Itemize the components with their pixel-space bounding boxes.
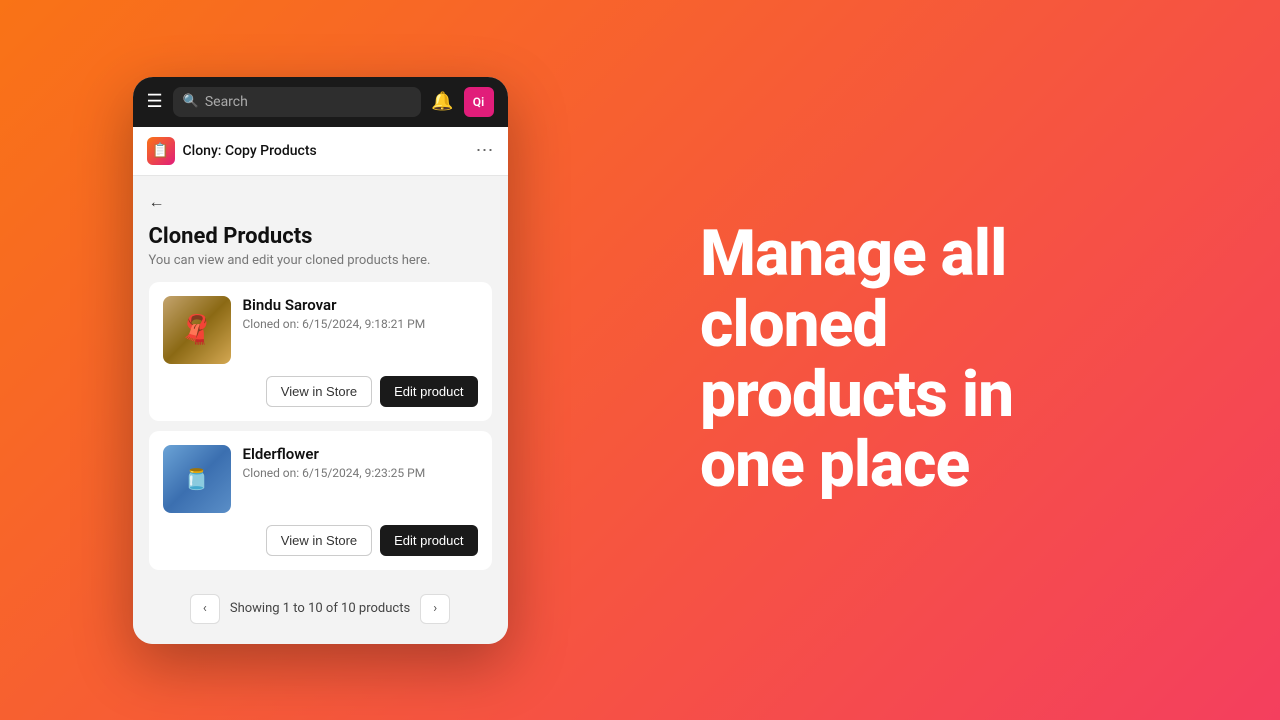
bell-icon[interactable]: 🔔	[431, 91, 453, 112]
main-content: ← Cloned Products You can view and edit …	[133, 176, 508, 644]
hero-line1: Manage all	[700, 219, 1013, 289]
avatar[interactable]: Qi	[464, 87, 494, 117]
pagination-next-button[interactable]: ›	[420, 594, 450, 624]
search-input[interactable]: Search	[205, 94, 248, 110]
page-title: Cloned Products	[149, 224, 492, 249]
view-in-store-button-elderflower[interactable]: View in Store	[266, 525, 372, 556]
edit-product-button-elderflower[interactable]: Edit product	[380, 525, 477, 556]
app-icon-inner: 📋	[152, 143, 169, 159]
product-image-elderflower: 🫙	[163, 445, 231, 513]
back-button[interactable]: ←	[149, 192, 165, 212]
hero-line3: products in	[700, 360, 1013, 430]
search-bar[interactable]: 🔍 Search	[173, 87, 421, 117]
edit-product-button-bindu[interactable]: Edit product	[380, 376, 477, 407]
more-options-icon[interactable]: ⋯	[476, 140, 494, 161]
hero-line2: cloned	[700, 290, 1013, 360]
search-icon: 🔍	[183, 94, 199, 109]
product-thumbnail-elderflower: 🫙	[163, 445, 231, 513]
page-subtitle: You can view and edit your cloned produc…	[149, 253, 492, 268]
product-name-bindu: Bindu Sarovar	[243, 296, 478, 314]
product-row: 🧣 Bindu Sarovar Cloned on: 6/15/2024, 9:…	[163, 296, 478, 364]
pagination-text: Showing 1 to 10 of 10 products	[230, 601, 410, 616]
hamburger-icon[interactable]: ☰	[147, 91, 163, 112]
app-name: Clony: Copy Products	[183, 143, 476, 159]
product-name-elderflower: Elderflower	[243, 445, 478, 463]
view-in-store-button-bindu[interactable]: View in Store	[266, 376, 372, 407]
product-info-elderflower: Elderflower Cloned on: 6/15/2024, 9:23:2…	[243, 445, 478, 480]
product-info-bindu: Bindu Sarovar Cloned on: 6/15/2024, 9:18…	[243, 296, 478, 331]
left-panel: ☰ 🔍 Search 🔔 Qi 📋 Clony: Copy Products ⋯…	[0, 0, 640, 720]
product-thumbnail-sarovar: 🧣	[163, 296, 231, 364]
hero-text: Manage all cloned products in one place	[700, 219, 1013, 501]
product-row-elderflower: 🫙 Elderflower Cloned on: 6/15/2024, 9:23…	[163, 445, 478, 513]
hero-line4: one place	[700, 430, 1013, 500]
phone-mockup: ☰ 🔍 Search 🔔 Qi 📋 Clony: Copy Products ⋯…	[133, 77, 508, 644]
right-panel: Manage all cloned products in one place	[640, 0, 1280, 720]
pagination: ‹ Showing 1 to 10 of 10 products ›	[149, 580, 492, 628]
product-date-bindu: Cloned on: 6/15/2024, 9:18:21 PM	[243, 317, 478, 331]
product-image-bindu: 🧣	[163, 296, 231, 364]
app-header: 📋 Clony: Copy Products ⋯	[133, 127, 508, 176]
product-card-elderflower: 🫙 Elderflower Cloned on: 6/15/2024, 9:23…	[149, 431, 492, 570]
product-actions-elderflower: View in Store Edit product	[163, 525, 478, 556]
topbar: ☰ 🔍 Search 🔔 Qi	[133, 77, 508, 127]
pagination-prev-button[interactable]: ‹	[190, 594, 220, 624]
product-date-elderflower: Cloned on: 6/15/2024, 9:23:25 PM	[243, 466, 478, 480]
app-icon: 📋	[147, 137, 175, 165]
product-actions-bindu: View in Store Edit product	[163, 376, 478, 407]
product-card: 🧣 Bindu Sarovar Cloned on: 6/15/2024, 9:…	[149, 282, 492, 421]
